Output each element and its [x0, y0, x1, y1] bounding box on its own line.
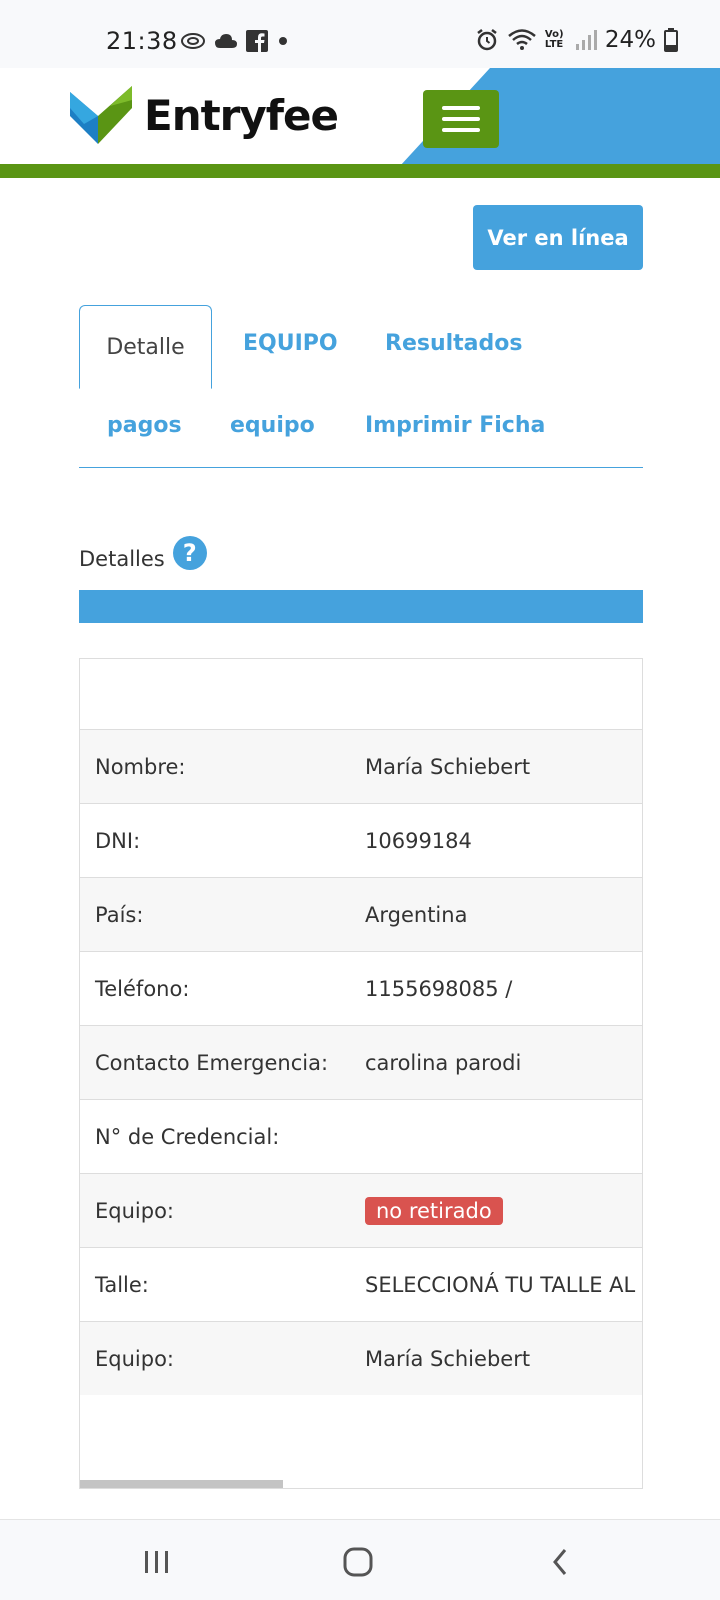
volte-label: Vo) LTE [544, 29, 564, 50]
logo-mark-icon [70, 86, 132, 144]
home-button[interactable] [338, 1542, 378, 1582]
table-row: DNI: 10699184 [80, 803, 642, 877]
ver-en-linea-button[interactable]: Ver en línea [473, 205, 643, 270]
status-time: 21:38 [106, 27, 178, 55]
tab-resultados[interactable]: Resultados [385, 331, 522, 356]
section-divider-bar [79, 590, 643, 623]
status-badge: no retirado [365, 1196, 503, 1225]
row-value: 1155698085 / [365, 976, 513, 1001]
table-row: Equipo: María Schiebert [80, 1321, 642, 1395]
table-row: N° de Credencial: [80, 1099, 642, 1173]
row-value: carolina parodi [365, 1050, 522, 1075]
battery-percent: 24% [604, 27, 656, 53]
back-button[interactable] [540, 1542, 580, 1582]
row-label: Nombre: [95, 754, 186, 779]
row-label: País: [95, 902, 144, 927]
row-value: Argentina [365, 902, 468, 927]
tab-bar: Detalle EQUIPO Resultados pagos equipo I… [79, 305, 643, 468]
recent-apps-button[interactable] [137, 1542, 177, 1582]
tab-imprimir-ficha[interactable]: Imprimir Ficha [365, 413, 545, 438]
menu-line [442, 106, 480, 110]
entryfee-logo[interactable]: Entryfee [70, 86, 339, 144]
table-row: País: Argentina [80, 877, 642, 951]
site-header: Entryfee [0, 68, 720, 178]
tab-pagos[interactable]: pagos [107, 413, 182, 438]
table-row: Teléfono: 1155698085 / [80, 951, 642, 1025]
system-icons: Vo) LTE 24% [475, 27, 678, 53]
table-row: Nombre: María Schiebert [80, 729, 642, 803]
menu-button[interactable] [423, 90, 499, 148]
row-value: María Schiebert [365, 1346, 531, 1371]
alarm-icon [477, 29, 497, 51]
row-label: N° de Credencial: [95, 1124, 280, 1149]
notification-icons [180, 30, 290, 52]
tab-equipo-upper[interactable]: EQUIPO [243, 331, 338, 356]
wifi-icon [508, 29, 536, 50]
row-label: Talle: [95, 1272, 149, 1297]
table-row: Contacto Emergencia: carolina parodi [80, 1025, 642, 1099]
status-bar: 21:38 Vo) LTE 24% [0, 0, 720, 68]
system-nav-bar [0, 1519, 720, 1600]
row-label: Equipo: [95, 1198, 174, 1223]
section-title-text: Detalles [79, 547, 165, 571]
help-icon[interactable]: ? [172, 536, 207, 570]
signal-icon [575, 30, 597, 50]
section-heading: Detalles ? [79, 536, 207, 571]
app-notification-icon [181, 33, 205, 49]
row-value: SELECCIONÁ TU TALLE AL [365, 1272, 636, 1297]
tab-equipo[interactable]: equipo [230, 413, 315, 438]
recent-apps-icon [145, 1551, 168, 1573]
cloud-icon [215, 34, 237, 48]
header-green-stripe [0, 164, 720, 178]
facebook-icon [246, 30, 268, 52]
table-row: Equipo: no retirado [80, 1173, 642, 1247]
row-label: DNI: [95, 828, 141, 853]
horizontal-scrollbar[interactable] [80, 1480, 283, 1488]
dot-icon [279, 37, 287, 45]
tab-detalle[interactable]: Detalle [79, 305, 212, 389]
details-table[interactable]: Nombre: María Schiebert DNI: 10699184 Pa… [79, 658, 643, 1489]
row-value: María Schiebert [365, 754, 531, 779]
row-label: Contacto Emergencia: [95, 1050, 329, 1075]
battery-icon [664, 28, 678, 52]
table-row: Talle: SELECCIONÁ TU TALLE AL [80, 1247, 642, 1321]
row-value: 10699184 [365, 828, 472, 853]
menu-line [442, 128, 480, 132]
menu-line [442, 117, 480, 121]
back-icon [553, 1549, 567, 1575]
row-label: Equipo: [95, 1346, 174, 1371]
home-icon [343, 1547, 373, 1577]
logo-text: Entryfee [144, 90, 339, 140]
row-label: Teléfono: [95, 976, 190, 1001]
